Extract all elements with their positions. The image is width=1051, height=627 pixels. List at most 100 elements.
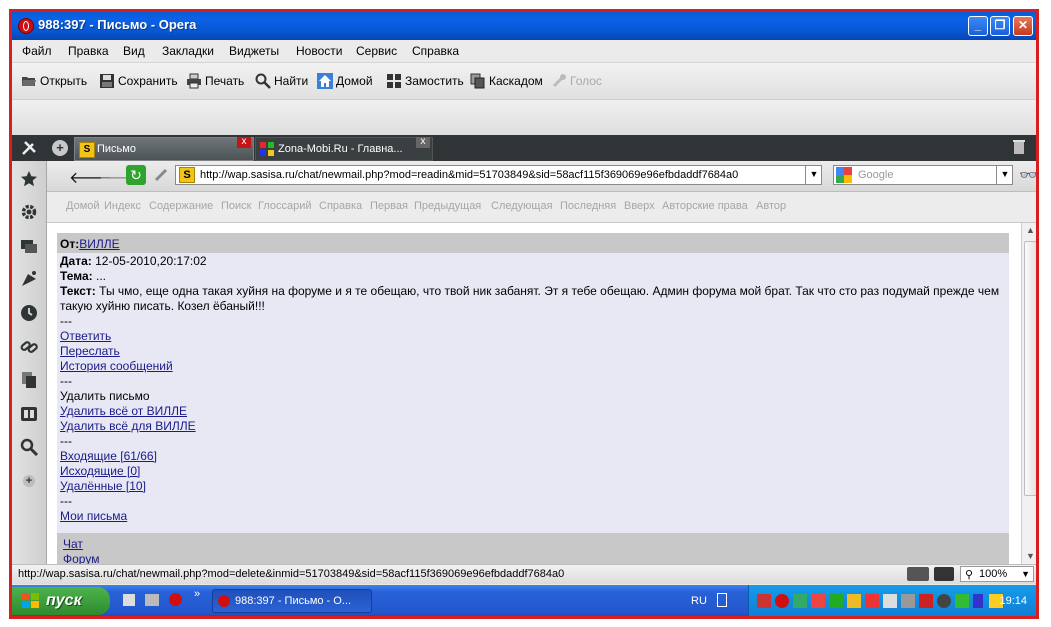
tray-icon[interactable] [937, 594, 951, 608]
overflow-chevron-icon[interactable]: » [194, 588, 200, 600]
nav-up[interactable]: Вверх [624, 200, 655, 212]
images-toggle-icon[interactable] [934, 567, 954, 581]
tray-icon[interactable] [883, 594, 897, 608]
bookmarks-star-icon[interactable] [20, 170, 38, 188]
menu-news[interactable]: Новости [296, 44, 342, 58]
outbox-link[interactable]: Исходящие [0] [60, 464, 140, 478]
close-button[interactable]: ✕ [1013, 16, 1033, 36]
nav-previous[interactable]: Предыдущая [414, 200, 481, 212]
tray-icon[interactable] [865, 594, 879, 608]
tray-icon[interactable] [919, 594, 933, 608]
nav-search[interactable]: Поиск [221, 200, 251, 212]
tray-icon[interactable] [757, 594, 771, 608]
tray-icon[interactable] [973, 594, 983, 608]
tab-letter[interactable]: S Письмо x [74, 137, 254, 161]
nav-index[interactable]: Индекс [104, 200, 141, 212]
language-indicator[interactable]: RU [691, 595, 707, 607]
zoom-selector[interactable]: ⚲ 100% ▼ [960, 566, 1034, 582]
delete-all-from-link[interactable]: Удалить всё от ВИЛЛЕ [60, 404, 187, 418]
from-link[interactable]: ВИЛЛЕ [79, 237, 119, 251]
nav-glossary[interactable]: Глоссарий [258, 200, 312, 212]
tray-icon[interactable] [811, 594, 825, 608]
tray-icon[interactable] [955, 594, 969, 608]
minimize-button[interactable]: _ [968, 16, 988, 36]
scroll-up-icon[interactable]: ▲ [1026, 225, 1035, 235]
search-field[interactable]: Google ▼ [833, 165, 1013, 185]
print-button[interactable]: Печать [186, 72, 244, 90]
quicklaunch-icon[interactable] [145, 594, 159, 606]
nav-copyright[interactable]: Авторские права [662, 200, 748, 212]
new-tab-button[interactable]: + [52, 140, 68, 156]
nav-first[interactable]: Первая [370, 200, 408, 212]
tab-zona-mobi[interactable]: Zona-Mobi.Ru - Главна... x [255, 137, 433, 161]
vertical-scrollbar[interactable]: ▲ ▼ [1021, 223, 1036, 564]
mail-icon[interactable] [20, 237, 38, 255]
opera-quicklaunch-icon[interactable] [169, 593, 182, 606]
trash-button[interactable] [1012, 139, 1026, 155]
menu-bookmarks[interactable]: Закладки [162, 44, 214, 58]
voice-button[interactable]: Голос [551, 72, 602, 90]
menu-view[interactable]: Вид [123, 44, 145, 58]
tray-icon[interactable] [793, 594, 807, 608]
scroll-thumb[interactable] [1024, 241, 1036, 496]
tray-icon[interactable] [847, 594, 861, 608]
taskbar-opera-window[interactable]: 988:397 - Письмо - О... [212, 589, 372, 613]
scroll-down-icon[interactable]: ▼ [1026, 551, 1035, 561]
nav-next[interactable]: Следующая [491, 200, 553, 212]
gear-icon[interactable] [20, 203, 38, 221]
menu-tools[interactable]: Сервис [356, 44, 397, 58]
delete-all-for-link[interactable]: Удалить всё для ВИЛЛЕ [60, 419, 196, 433]
my-letters-link[interactable]: Мои письма [60, 509, 127, 523]
chat-link[interactable]: Чат [63, 537, 83, 551]
panel-sidebar: + [12, 161, 47, 573]
cascade-button[interactable]: Каскадом [470, 72, 543, 90]
url-field[interactable]: S http://wap.sasisa.ru/chat/newmail.php?… [175, 165, 822, 185]
tray-icon[interactable] [901, 594, 915, 608]
tab-close-icon[interactable]: x [416, 137, 430, 148]
reply-link[interactable]: Ответить [60, 329, 111, 343]
glasses-icon[interactable]: 👓 [1019, 166, 1036, 184]
menu-file[interactable]: Файл [22, 44, 52, 58]
nav-contents[interactable]: Содержание [149, 200, 213, 212]
save-button[interactable]: Сохранить [99, 72, 178, 90]
add-panel-button[interactable]: + [23, 475, 35, 487]
open-button[interactable]: Открыть [21, 72, 87, 90]
edit-pen-icon[interactable] [154, 166, 170, 182]
tab-close-icon[interactable]: x [237, 137, 251, 148]
title-bar[interactable]: 988:397 - Письмо - Opera _ ❐ ✕ [12, 12, 1036, 40]
nav-last[interactable]: Последняя [560, 200, 616, 212]
deleted-link[interactable]: Удалённые [10] [60, 479, 146, 493]
quicklaunch-icon[interactable] [123, 594, 135, 606]
from-line: От:ВИЛЛЕ [60, 237, 120, 251]
printer-icon [187, 73, 201, 89]
feeds-icon[interactable] [20, 270, 38, 288]
nav-author[interactable]: Автор [756, 200, 786, 212]
menu-edit[interactable]: Правка [68, 44, 109, 58]
transfers-icon[interactable] [20, 405, 38, 423]
tile-button[interactable]: Замостить [386, 72, 464, 90]
menu-widgets[interactable]: Виджеты [229, 44, 279, 58]
forum-link[interactable]: Форум [63, 552, 99, 564]
nav-help[interactable]: Справка [319, 200, 362, 212]
maximize-button[interactable]: ❐ [990, 16, 1010, 36]
nav-home[interactable]: Домой [66, 200, 100, 212]
inbox-link[interactable]: Входящие [61/66] [60, 449, 157, 463]
search-dropdown-icon[interactable]: ▼ [996, 165, 1013, 185]
panel-toggle[interactable] [20, 139, 38, 157]
tray-icon[interactable] [775, 594, 789, 608]
url-dropdown-icon[interactable]: ▼ [805, 165, 822, 185]
home-button[interactable]: Домой [317, 72, 373, 90]
links-chain-icon[interactable] [20, 338, 38, 356]
history-link[interactable]: История сообщений [60, 359, 173, 373]
turbo-icon[interactable] [907, 567, 929, 581]
input-method-icon[interactable] [717, 593, 727, 607]
reload-icon[interactable]: ↻ [126, 165, 146, 185]
menu-help[interactable]: Справка [412, 44, 459, 58]
find-button[interactable]: Найти [255, 72, 308, 90]
tray-icon[interactable] [829, 594, 843, 608]
history-clock-icon[interactable] [20, 304, 38, 322]
windows-icon[interactable] [20, 371, 38, 389]
start-button[interactable]: пуск [12, 587, 110, 615]
search-icon[interactable] [20, 438, 38, 456]
forward-link[interactable]: Переслать [60, 344, 120, 358]
